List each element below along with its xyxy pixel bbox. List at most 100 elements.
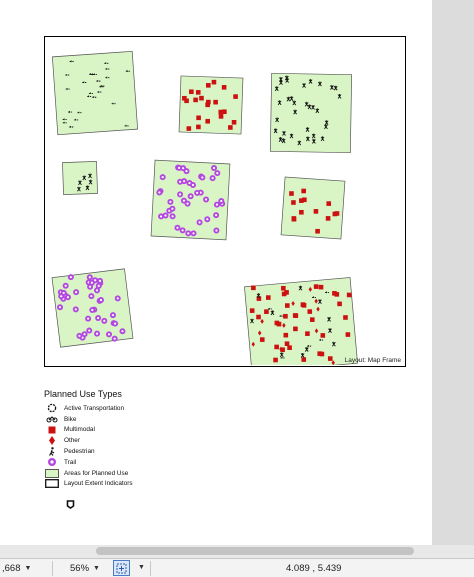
- trail-point-center: [185, 170, 188, 173]
- legend[interactable]: Planned Use Types Active Transportation …: [44, 389, 244, 489]
- multimodal-point: [284, 341, 290, 347]
- multimodal-point: [320, 333, 326, 338]
- scale-value: ,668: [2, 563, 21, 574]
- multimodal-point: [211, 79, 217, 85]
- multimodal-point: [301, 303, 307, 308]
- legend-label: Areas for Planned Use: [64, 469, 129, 477]
- trail-point-center: [66, 296, 70, 299]
- area-fill-icon: [44, 468, 60, 478]
- planned-use-area: [62, 161, 98, 195]
- trail-point-center: [212, 166, 216, 170]
- planned-use-area: [178, 75, 244, 135]
- trail-point-center: [171, 215, 174, 218]
- coordinate-readout: 4.089 , 5.439: [286, 562, 341, 575]
- multimodal-point: [318, 284, 324, 290]
- multimodal-point: [186, 126, 192, 131]
- zoom-field[interactable]: 56% ▼: [70, 562, 100, 575]
- multimodal-point: [327, 356, 333, 361]
- multimodal-point: [193, 97, 198, 103]
- active-transportation-icon: [44, 403, 60, 413]
- multimodal-point: [293, 326, 298, 332]
- scale-field[interactable]: ,668 ▼: [2, 562, 31, 575]
- trail-point-center: [90, 281, 94, 284]
- multimodal-point: [325, 216, 331, 221]
- multimodal-point: [326, 201, 332, 206]
- multimodal-point: [259, 337, 265, 342]
- trail-point-center: [159, 215, 163, 218]
- multimodal-point: [213, 99, 218, 105]
- map-frame[interactable]: Layout: Map Frame: [44, 36, 406, 367]
- trail-point-center: [161, 175, 164, 179]
- multimodal-point: [228, 125, 233, 130]
- multimodal-point: [196, 124, 201, 130]
- multimodal-point: [283, 332, 289, 338]
- trail-point-center: [116, 297, 119, 300]
- trail-point-center: [158, 191, 161, 194]
- multimodal-point: [221, 85, 227, 90]
- trail-point-center: [182, 167, 185, 170]
- multimodal-point: [301, 188, 306, 194]
- trail-point-center: [97, 284, 100, 287]
- trail-point-center: [164, 214, 167, 217]
- trail-point-center: [60, 295, 63, 298]
- trail-point-center: [99, 298, 103, 302]
- multimodal-point: [206, 83, 211, 88]
- chevron-down-icon[interactable]: ▼: [25, 565, 32, 572]
- fixed-zoom-tool-button[interactable]: [113, 560, 130, 576]
- trail-point-center: [88, 285, 92, 288]
- multimodal-point: [313, 209, 319, 214]
- trail-point-center: [191, 183, 195, 187]
- chevron-down-icon[interactable]: ▼: [93, 565, 100, 572]
- multimodal-point: [302, 197, 307, 203]
- trail-point-center: [183, 180, 186, 183]
- trail-point-center: [74, 308, 77, 311]
- trail-point-center: [113, 337, 116, 340]
- multimodal-point: [291, 200, 296, 205]
- multimodal-point: [283, 313, 288, 319]
- pedestrian-icon: [44, 447, 60, 457]
- trail-point-center: [88, 329, 91, 332]
- trail-point-center: [201, 176, 204, 179]
- layout-canvas[interactable]: Layout: Map Frame Planned Use Types Acti…: [0, 0, 474, 558]
- zoom-value: 56%: [70, 563, 90, 574]
- legend-title: Planned Use Types: [44, 389, 122, 399]
- multimodal-point: [222, 109, 227, 115]
- trail-point-center: [91, 308, 94, 312]
- multimodal-point: [182, 95, 187, 101]
- trail-point-center: [178, 193, 182, 196]
- multimodal-point: [274, 344, 279, 350]
- extent-outline-icon: [44, 479, 60, 489]
- multimodal-point: [231, 119, 237, 125]
- multimodal-point: [287, 345, 292, 350]
- trail-point-center: [114, 322, 117, 325]
- multimodal-point: [189, 89, 194, 95]
- divider: [150, 561, 151, 576]
- trail-point-center: [215, 203, 219, 206]
- multimodal-point: [307, 309, 313, 314]
- trail-point-center: [95, 289, 99, 292]
- legend-label: Layout Extent Indicators: [64, 480, 133, 488]
- trail-point-center: [111, 313, 115, 317]
- horizontal-scrollbar[interactable]: [0, 545, 474, 558]
- multimodal-point: [343, 315, 348, 320]
- trail-point-center: [189, 195, 192, 198]
- trail-point-center: [75, 291, 78, 294]
- horizontal-scrollbar-thumb[interactable]: [96, 547, 414, 555]
- trail-point-center: [186, 202, 189, 205]
- multimodal-point: [206, 99, 211, 105]
- trail-point-center: [198, 221, 201, 224]
- layout-page[interactable]: Layout: Map Frame Planned Use Types Acti…: [0, 0, 432, 545]
- trail-point-center: [78, 334, 81, 337]
- trail-point-center: [182, 199, 186, 202]
- trail-point-center: [88, 276, 91, 279]
- trail-point-center: [204, 198, 208, 201]
- multimodal-point: [319, 351, 325, 357]
- multimodal-point: [281, 291, 287, 297]
- chevron-down-icon[interactable]: ▼: [138, 564, 145, 571]
- multimodal-point: [345, 332, 351, 337]
- trail-point-center: [216, 172, 219, 175]
- zoom-extent-icon: [116, 563, 127, 573]
- trail-point-center: [95, 332, 99, 335]
- multimodal-point: [305, 331, 310, 336]
- legend-label: Active Transportation: [64, 404, 125, 412]
